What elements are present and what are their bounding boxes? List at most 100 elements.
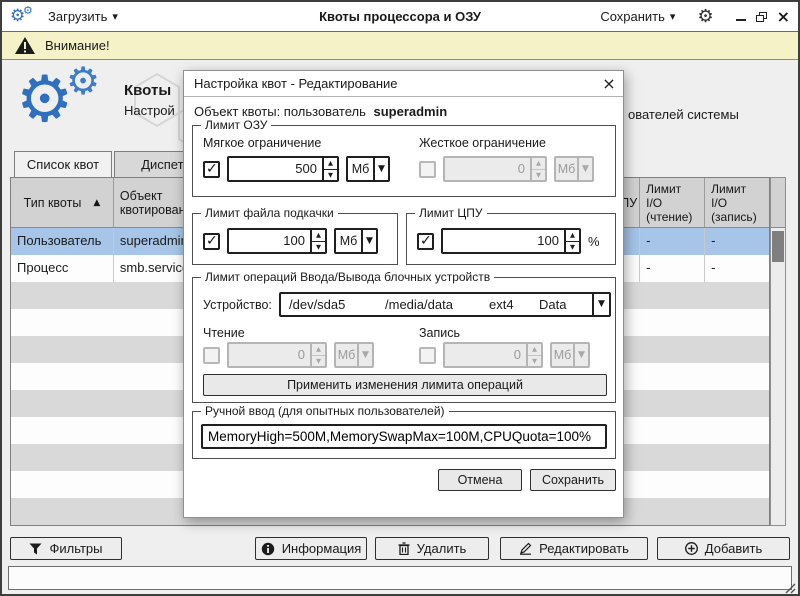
soft-limit-spinbox[interactable]: 500 ▲ ▼	[227, 156, 339, 182]
io-limit-group: Лимит операций Ввода/Вывода блочных устр…	[192, 277, 616, 403]
ram-limit-legend: Лимит ОЗУ	[201, 118, 271, 132]
swap-limit-unit-select[interactable]: Мб ▼	[334, 228, 378, 254]
add-button[interactable]: Добавить	[657, 537, 790, 560]
ram-limit-group: Лимит ОЗУ Мягкое ограничение Жесткое огр…	[192, 125, 616, 197]
save-button-label: Сохранить	[600, 9, 665, 24]
cpu-limit-legend: Лимит ЦПУ	[415, 206, 487, 220]
cpu-limit-value[interactable]: 100	[443, 230, 564, 252]
dialog-save-button-label: Сохранить	[542, 473, 604, 487]
hard-limit-checkbox[interactable]	[419, 161, 436, 178]
swap-limit-legend: Лимит файла подкачки	[201, 206, 338, 220]
info-button[interactable]: Информация	[255, 537, 367, 560]
spin-up-icon[interactable]: ▲	[324, 158, 337, 170]
pencil-icon	[519, 542, 532, 555]
plus-icon	[685, 542, 698, 555]
cpu-limit-group: Лимит ЦПУ 100 ▲ ▼ %	[406, 213, 616, 265]
dropdown-arrow-icon: ▼	[592, 294, 609, 315]
gear-small-icon: ⚙	[23, 5, 33, 16]
io-read-unit-value: Мб	[336, 344, 357, 366]
swap-limit-group: Лимит файла подкачки 100 ▲ ▼ Мб ▼	[192, 213, 398, 265]
app-logo-gears-icon: ⚙ ⚙	[10, 6, 36, 28]
cancel-button[interactable]: Отмена	[438, 469, 522, 491]
soft-limit-checkbox[interactable]	[203, 161, 220, 178]
maximize-button[interactable]	[756, 12, 767, 22]
scrollbar-header-corner	[771, 178, 785, 228]
cancel-button-label: Отмена	[458, 473, 503, 487]
io-write-unit-select: Мб ▼	[550, 342, 590, 368]
load-button[interactable]: Загрузить	[42, 6, 124, 27]
io-write-value: 0	[445, 344, 526, 366]
io-write-checkbox[interactable]	[419, 347, 436, 364]
info-icon	[261, 542, 275, 556]
settings-gear-icon[interactable]: ⚙	[697, 8, 713, 26]
warning-icon	[14, 36, 36, 55]
save-button[interactable]: Сохранить	[594, 6, 681, 27]
close-button[interactable]: ×	[777, 10, 790, 24]
cpu-limit-spinbox[interactable]: 100 ▲ ▼	[441, 228, 581, 254]
title-bar: ⚙ ⚙ Загрузить Квоты процессора и ОЗУ Сох…	[2, 2, 798, 32]
vertical-scrollbar[interactable]	[770, 177, 786, 526]
dropdown-arrow-icon: ▼	[577, 158, 592, 180]
filters-button[interactable]: Фильтры	[10, 537, 122, 560]
tab-quota-list[interactable]: Список квот	[14, 151, 112, 178]
device-select[interactable]: /dev/sda5 /media/data ext4 Data ▼	[279, 292, 611, 317]
quota-object-line: Объект квоты: пользователь superadmin	[194, 104, 447, 119]
scrollbar-thumb[interactable]	[772, 231, 784, 262]
cell-io-read: -	[640, 255, 705, 282]
edit-button[interactable]: Редактировать	[500, 537, 648, 560]
spin-up-icon[interactable]: ▲	[312, 230, 325, 242]
io-read-unit-select: Мб ▼	[334, 342, 374, 368]
soft-limit-unit-select[interactable]: Мб ▼	[346, 156, 390, 182]
funnel-icon	[29, 543, 42, 555]
cell-type: Процесс	[11, 255, 114, 282]
spin-down-icon[interactable]: ▼	[312, 242, 325, 253]
manual-input-field[interactable]	[201, 424, 607, 449]
io-read-checkbox[interactable]	[203, 347, 220, 364]
gear-medium-icon: ⚙	[66, 62, 100, 100]
quota-object-label: Объект квоты: пользователь	[194, 104, 366, 119]
edit-button-label: Редактировать	[539, 541, 629, 556]
hard-limit-unit-value: Мб	[556, 158, 577, 180]
delete-button-label: Удалить	[417, 541, 467, 556]
soft-limit-label: Мягкое ограничение	[203, 136, 321, 150]
hard-limit-label: Жесткое ограничение	[419, 136, 546, 150]
io-write-spinbox: 0 ▲ ▼	[443, 342, 543, 368]
dialog-save-button[interactable]: Сохранить	[530, 469, 616, 491]
column-header-io-read-line2: (чтение)	[646, 210, 698, 224]
io-read-spinbox: 0 ▲ ▼	[227, 342, 327, 368]
column-header-io-read[interactable]: Лимит I/O (чтение)	[640, 178, 705, 227]
cpu-limit-unit-label: %	[588, 234, 600, 249]
resize-grip-icon[interactable]	[784, 582, 796, 594]
soft-limit-value[interactable]: 500	[229, 158, 322, 180]
column-header-type[interactable]: Тип квоты ▲	[11, 178, 114, 227]
tab-quota-list-label: Список квот	[27, 157, 99, 172]
spin-down-icon: ▼	[532, 170, 545, 181]
io-limit-legend: Лимит операций Ввода/Вывода блочных устр…	[201, 270, 494, 284]
spin-down-icon[interactable]: ▼	[566, 242, 579, 253]
hard-limit-unit-select: Мб ▼	[554, 156, 594, 182]
manual-input-legend: Ручной ввод (для опытных пользователей)	[201, 404, 449, 418]
hard-limit-spinbox: 0 ▲ ▼	[443, 156, 547, 182]
device-label: Устройство:	[203, 298, 272, 312]
swap-limit-checkbox[interactable]	[203, 233, 220, 250]
dialog-header: Настройка квот - Редактирование ×	[184, 71, 623, 97]
column-header-io-write[interactable]: Лимит I/O (запись)	[705, 178, 769, 227]
filters-button-label: Фильтры	[49, 541, 102, 556]
io-read-value: 0	[229, 344, 310, 366]
minimize-button[interactable]	[736, 13, 746, 21]
delete-button[interactable]: Удалить	[375, 537, 489, 560]
quota-edit-dialog: Настройка квот - Редактирование × Объект…	[183, 70, 624, 518]
page-heading: Квоты	[124, 82, 171, 99]
dropdown-arrow-icon: ▼	[373, 158, 388, 180]
dialog-title: Настройка квот - Редактирование	[194, 71, 398, 96]
swap-limit-spinbox[interactable]: 100 ▲ ▼	[227, 228, 327, 254]
page-subtitle-right: ователей системы	[628, 107, 739, 122]
spin-up-icon[interactable]: ▲	[566, 230, 579, 242]
swap-limit-value[interactable]: 100	[229, 230, 310, 252]
column-header-io-write-line2: (запись)	[711, 210, 763, 224]
spin-up-icon: ▲	[532, 158, 545, 170]
spin-down-icon[interactable]: ▼	[324, 170, 337, 181]
cpu-limit-checkbox[interactable]	[417, 233, 434, 250]
apply-io-limit-button[interactable]: Применить изменения лимита операций	[203, 374, 607, 396]
dialog-close-button[interactable]: ×	[599, 73, 619, 93]
